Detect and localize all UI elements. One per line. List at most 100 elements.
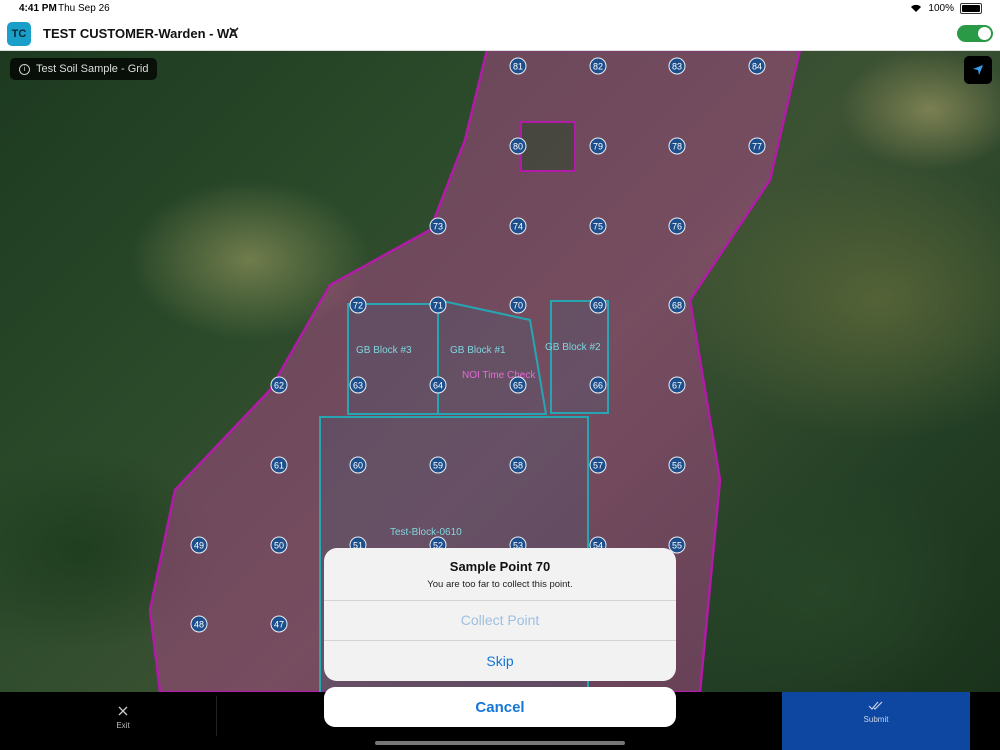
wifi-icon	[911, 4, 922, 12]
sample-point-74[interactable]: 74	[509, 217, 527, 235]
sample-point-64[interactable]: 64	[429, 376, 447, 394]
sample-point-62[interactable]: 62	[270, 376, 288, 394]
label-test-block-0610: Test-Block-0610	[390, 527, 462, 538]
sample-point-label: 84	[752, 62, 762, 72]
close-icon	[118, 706, 128, 716]
sample-point-80[interactable]: 80	[509, 137, 527, 155]
status-bar: 4:41 PM Thu Sep 26 100%	[0, 0, 1000, 18]
app: 4:41 PM Thu Sep 26 100% TC TEST CUSTOMER…	[0, 0, 1000, 750]
sample-point-label: 67	[672, 381, 682, 391]
label-gb-block-2: GB Block #2	[545, 342, 601, 353]
sample-point-78[interactable]: 78	[668, 137, 686, 155]
double-check-icon	[868, 701, 883, 710]
dialog-message: You are too far to collect this point.	[427, 579, 573, 590]
cancel-button[interactable]: Cancel	[324, 687, 676, 727]
sample-point-68[interactable]: 68	[668, 296, 686, 314]
sample-point-77[interactable]: 77	[748, 137, 766, 155]
sample-point-label: 58	[513, 461, 523, 471]
submit-label: Submit	[863, 715, 889, 724]
sample-point-label: 77	[752, 142, 762, 152]
collect-point-button[interactable]: Collect Point	[324, 600, 676, 640]
sample-point-83[interactable]: 83	[668, 57, 686, 75]
label-noi-time-check: NOI Time Check	[462, 370, 536, 381]
dialog-title: Sample Point 70	[449, 559, 551, 574]
sample-point-73[interactable]: 73	[429, 217, 447, 235]
sample-point-label: 60	[353, 461, 363, 471]
label-gb-block-1: GB Block #1	[450, 345, 506, 356]
sample-point-label: 76	[672, 222, 682, 232]
chevron-down-icon[interactable]	[228, 24, 240, 36]
customer-name[interactable]: TEST CUSTOMER-Warden - WA	[43, 26, 238, 41]
sample-point-59[interactable]: 59	[429, 456, 447, 474]
block-gb-3[interactable]	[347, 303, 439, 415]
exit-button[interactable]: Exit	[100, 698, 146, 730]
customer-avatar[interactable]: TC	[7, 22, 31, 46]
sample-point-label: 83	[672, 62, 682, 72]
sample-point-79[interactable]: 79	[589, 137, 607, 155]
battery-icon	[960, 3, 982, 14]
sample-point-57[interactable]: 57	[589, 456, 607, 474]
sample-point-label: 62	[274, 381, 284, 391]
sample-point-49[interactable]: 49	[190, 536, 208, 554]
sample-point-label: 63	[353, 381, 363, 391]
sample-point-label: 65	[513, 381, 523, 391]
sample-point-48[interactable]: 48	[190, 615, 208, 633]
submit-button[interactable]: Submit	[782, 692, 970, 750]
sample-point-label: 47	[274, 620, 284, 630]
sample-point-label: 75	[593, 222, 603, 232]
home-indicator	[375, 741, 625, 745]
sample-point-67[interactable]: 67	[668, 376, 686, 394]
battery-percent: 100%	[928, 3, 954, 14]
sample-point-label: 72	[353, 301, 363, 311]
sample-point-70[interactable]: 70	[509, 296, 527, 314]
sample-point-82[interactable]: 82	[589, 57, 607, 75]
sample-point-label: 70	[513, 301, 523, 311]
sample-point-47[interactable]: 47	[270, 615, 288, 633]
sample-point-69[interactable]: 69	[589, 296, 607, 314]
sample-point-label: 55	[672, 541, 682, 551]
online-toggle[interactable]	[957, 25, 993, 42]
sample-point-56[interactable]: 56	[668, 456, 686, 474]
sample-point-75[interactable]: 75	[589, 217, 607, 235]
status-right: 100%	[910, 3, 982, 14]
location-arrow-icon	[973, 65, 983, 75]
sample-point-label: 78	[672, 142, 682, 152]
label-gb-block-3: GB Block #3	[356, 345, 412, 356]
sample-point-66[interactable]: 66	[589, 376, 607, 394]
sample-point-76[interactable]: 76	[668, 217, 686, 235]
sample-point-label: 64	[433, 381, 443, 391]
info-icon: i	[19, 63, 30, 75]
sample-point-61[interactable]: 61	[270, 456, 288, 474]
skip-button[interactable]: Skip	[324, 641, 676, 681]
sample-point-72[interactable]: 72	[349, 296, 367, 314]
sample-point-label: 73	[433, 222, 443, 232]
status-date: Thu Sep 26	[58, 3, 110, 14]
sample-point-label: 69	[593, 301, 603, 311]
sample-point-65[interactable]: 65	[509, 376, 527, 394]
sample-point-label: 68	[672, 301, 682, 311]
toolbar-divider	[216, 696, 217, 736]
sample-point-84[interactable]: 84	[748, 57, 766, 75]
sample-point-58[interactable]: 58	[509, 456, 527, 474]
sample-name: Test Soil Sample - Grid	[36, 63, 149, 75]
sample-point-label: 50	[274, 541, 284, 551]
block-gb-2[interactable]	[550, 300, 609, 414]
sample-point-50[interactable]: 50	[270, 536, 288, 554]
sample-point-81[interactable]: 81	[509, 57, 527, 75]
sample-point-label: 59	[433, 461, 443, 471]
sample-point-71[interactable]: 71	[429, 296, 447, 314]
locate-button[interactable]	[964, 56, 992, 84]
status-time: 4:41 PM	[19, 3, 57, 14]
sample-point-60[interactable]: 60	[349, 456, 367, 474]
sample-point-label: 49	[194, 541, 204, 551]
exclusion-block[interactable]	[520, 121, 576, 172]
sample-point-label: 56	[672, 461, 682, 471]
sample-info-chip[interactable]: i Test Soil Sample - Grid	[10, 58, 158, 80]
sample-point-label: 79	[593, 142, 603, 152]
sample-point-label: 61	[274, 461, 284, 471]
sample-point-dialog: Sample Point 70 You are too far to colle…	[324, 548, 676, 681]
sample-point-label: 71	[433, 301, 443, 311]
sample-point-label: 66	[593, 381, 603, 391]
top-nav-bar: TC TEST CUSTOMER-Warden - WA	[0, 18, 1000, 51]
sample-point-63[interactable]: 63	[349, 376, 367, 394]
